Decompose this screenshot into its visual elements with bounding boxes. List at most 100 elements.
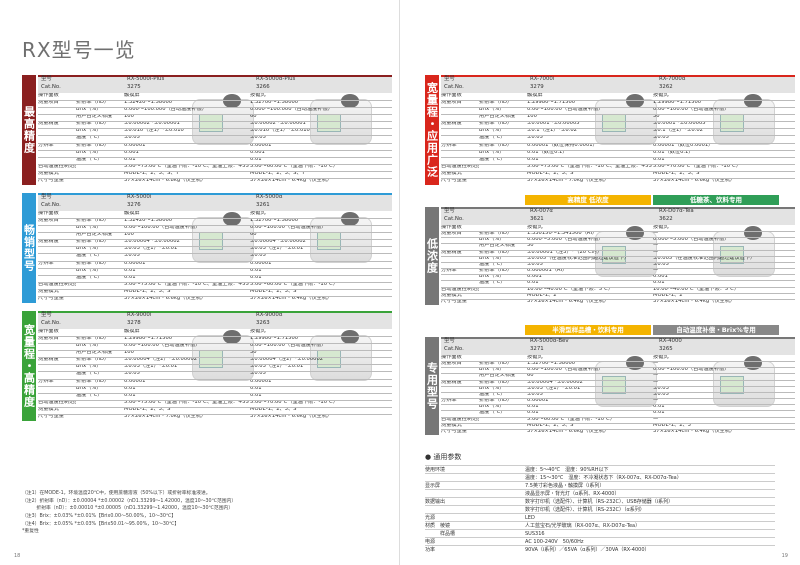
- left-3-row-value-2: ±0.00004（注2）*±0.00002: [250, 357, 324, 363]
- right-1-row-divider: [441, 170, 795, 172]
- left-1-row: Brix（%） ±0.010（注1）*±0.010 ±0.010（注1）*±0.01…: [38, 128, 376, 135]
- left-2-row-group: [38, 268, 76, 275]
- left-3-row-divider: [38, 364, 392, 365]
- left-3-row-value-1: 37×26×14cm・7.0kg（仅主机）: [124, 413, 207, 419]
- param-value: 液晶显示屏・背光灯（α系列、RX-4000）: [525, 491, 620, 497]
- param-key: 显示屏: [425, 483, 441, 489]
- left-2-row-divider: [38, 295, 392, 297]
- left-3-row-item: Brix（%）: [76, 364, 102, 370]
- right-3-row-item: [479, 429, 527, 435]
- right-1-row: 温度（℃） ±0.05 ±0.05: [441, 135, 779, 142]
- right-1-row-group: [441, 150, 479, 157]
- left-1-row-value-2: 37×26×14cm・6.4kg（仅主机）: [250, 177, 333, 183]
- left-2-row-value-1: 0.00001: [124, 260, 146, 266]
- param-row: 功率 90VA（i系列）／65VA（α系列）／30VA（RX-4000）: [425, 545, 775, 553]
- right-3-row-divider: [441, 361, 795, 362]
- left-2-row-item: [76, 296, 124, 303]
- left-1-row: 测量模式 MODE-1、2、3、S、T MODE-1、2、3、S、T: [38, 171, 376, 178]
- left-3-row-divider: [38, 350, 392, 351]
- right-1-row-item: 折射率（nD）: [479, 121, 513, 127]
- right-1-row-group: [441, 107, 479, 114]
- left-1-catno-label: Cat.No.: [41, 84, 61, 90]
- left-1-row: Brix（%） 0.001 0.001: [38, 150, 376, 157]
- right-1-row-value-1: 37×26×14cm・7.0kg（仅主机）: [527, 177, 610, 183]
- right-2-row-divider: [441, 243, 795, 245]
- param-row: 样品槽 SUS316: [425, 529, 775, 537]
- left-1-row-value-1: 0.00001: [124, 142, 146, 148]
- right-1-row-divider: [441, 177, 795, 179]
- left-2-row-value-1: 37×26×14cm・6.6kg（仅主机）: [124, 295, 207, 301]
- left-2-row-group: [38, 246, 76, 253]
- right-2-row-divider: [441, 231, 795, 232]
- left-3-row-divider: [38, 336, 392, 337]
- left-3-row-group: 测量项目: [38, 336, 59, 342]
- left-2-row-value-1: ±0.00004 *±0.00002: [124, 239, 180, 245]
- left-2-row-item: 用户自定义标度: [76, 232, 113, 238]
- left-1-row-group: 分辨率: [38, 142, 54, 148]
- left-3-model-2: RX-9000α: [256, 312, 283, 318]
- right-2-row-item: [479, 299, 527, 305]
- right-3-catno-1: 3271: [530, 346, 544, 352]
- right-2-label: 低浓度: [425, 207, 439, 305]
- left-1-row-group: [38, 107, 76, 114]
- right-1-row-item: [479, 164, 527, 171]
- right-2-row-divider: [441, 261, 795, 263]
- left-3-row-item: 温度（℃）: [76, 392, 103, 398]
- right-1-catno-1: 3279: [530, 84, 544, 90]
- left-3-row-value-2: 按键式: [250, 329, 266, 334]
- right-3-row-divider: [441, 373, 795, 375]
- left-3-row-item: [76, 414, 124, 421]
- right-1-row-value-2: 0.01（数位0.1）: [653, 149, 694, 155]
- right-3-catno-2: 3265: [659, 346, 673, 352]
- left-2-row: 温度（℃） 0.01 0.01: [38, 275, 376, 282]
- left-2-label: 畅销型号: [22, 193, 36, 303]
- left-1-row: 尺寸与重量 37×26×14cm・6.8kg（仅主机） 37×26×14cm・6.4…: [38, 178, 376, 185]
- left-1-row-value-2: MODE-1、2、3、S、T: [250, 170, 305, 176]
- left-1-section: 最高精度 型号 RX-5000i-Plus RX-5000α-Plus Cat.No. 3…: [22, 75, 392, 185]
- left-3-row-value-1: MODE-1、2、3、S: [124, 406, 171, 412]
- left-2-row-divider: [38, 246, 392, 247]
- right-1-row-value-2: ±0.05: [653, 135, 669, 141]
- left-3-row-divider: [38, 357, 392, 358]
- left-1-row-group: [38, 135, 76, 142]
- left-2-row-item: 温度（℃）: [76, 274, 103, 280]
- left-2-row-item: [76, 211, 124, 218]
- param-row: 温度：15～30℃ 湿度：不冷凝状态下（RX-007α、RX-D07α-Tea）: [425, 473, 775, 481]
- right-1-row-item: Brix（%）: [479, 107, 505, 113]
- left-1-row-group: [38, 128, 76, 135]
- left-3-row-value-1: ±0.03（注1）*±0.01: [124, 364, 178, 370]
- right-3-row-divider: [441, 410, 795, 411]
- left-1-row-value-1: 1.32420～1.58000: [124, 100, 173, 106]
- right-2-row-divider: [441, 255, 795, 257]
- left-1-row-value-2: ±0.010（注1）*±0.010: [250, 128, 310, 134]
- left-3-row-divider: [38, 406, 392, 408]
- right-1-row-divider: [441, 128, 795, 129]
- left-3-row-value-1: 0.00～100.00（自动温度补偿）: [124, 343, 201, 349]
- left-3-row-group: [38, 393, 76, 400]
- left-2-row-group: [38, 253, 76, 260]
- left-3-row-value-2: ±0.05: [250, 371, 266, 377]
- left-2-row-divider: [38, 288, 392, 290]
- right-1-row-value-1: 100: [527, 114, 537, 120]
- left-3-row-value-1: 触摸屏: [124, 329, 140, 334]
- left-1-row-group: 操作面板: [38, 93, 59, 98]
- param-value: 人工蓝宝石/光学玻璃（RX-007α、RX-D07α-Tea）: [525, 523, 641, 529]
- left-3-row-divider: [38, 343, 392, 344]
- right-1-row-item: [479, 93, 527, 100]
- left-2-row-divider: [38, 225, 392, 226]
- right-3-header: 型号 RX-5000α-Bev RX-4000 Cat.No. 3271 3265: [441, 337, 795, 355]
- left-2-row-item: [76, 289, 124, 296]
- right-1-row-item: Brix（%）: [479, 128, 505, 134]
- left-2-row: 测量项目 折射率（nD） 1.32420～1.58000 1.32700～1.5800…: [38, 218, 376, 225]
- right-1-row-value-2: 按键式: [653, 93, 669, 98]
- left-2-row-divider: [38, 239, 392, 240]
- left-3-row-item: 折射率（nD）: [76, 336, 110, 342]
- left-1-row-item: 用户自定义标度: [76, 114, 113, 120]
- left-3-row-value-1: 5.00～75.00℃（室温下限：-10℃、室温上限：+55℃）: [124, 399, 250, 405]
- left-3-row-group: [38, 386, 76, 393]
- left-1-row-group: 自动温度控制范围: [38, 163, 76, 169]
- right-1-row-divider: [441, 100, 795, 101]
- right-3-row-divider: [441, 404, 795, 405]
- right-1-row-group: [441, 128, 479, 135]
- left-2-row-divider: [38, 218, 392, 219]
